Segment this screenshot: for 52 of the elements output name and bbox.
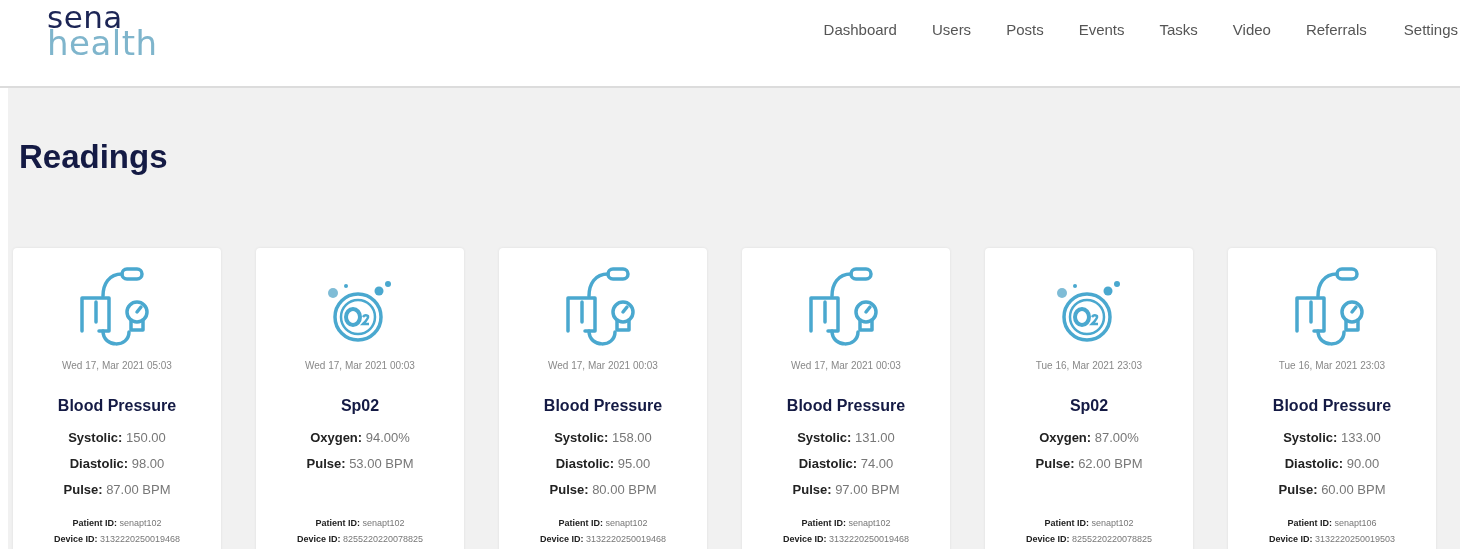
reading-value: Diastolic: 74.00: [798, 456, 894, 472]
reading-date: Wed 17, Mar 2021 00:03: [791, 360, 901, 371]
nav-link[interactable]: Posts: [971, 21, 1044, 38]
nav-link[interactable]: Users: [896, 21, 972, 38]
reading-value: Diastolic: 95.00: [555, 456, 651, 472]
reading-value: Pulse: 60.00 BPM: [1278, 482, 1386, 498]
reading-title: Blood Pressure: [786, 397, 906, 415]
reading-value: Oxygen: 87.00%: [1039, 430, 1139, 446]
patient-id: Patient ID: senapt102: [1044, 517, 1134, 530]
reading-value: Oxygen: 94.00%: [310, 430, 410, 446]
reading-value: Pulse: 80.00 BPM: [549, 482, 657, 498]
reading-value: Diastolic: 90.00: [1284, 456, 1380, 472]
patient-id: Patient ID: senapt102: [801, 517, 891, 530]
patient-id: Patient ID: senapt106: [1287, 517, 1377, 530]
patient-id: Patient ID: senapt102: [558, 517, 648, 530]
device-id: Device ID: 3132220250019468: [53, 533, 181, 546]
page-title: Readings: [19, 138, 169, 176]
device-id: Device ID: 3132220250019503: [1268, 533, 1396, 546]
reading-value: Diastolic: 98.00: [69, 456, 165, 472]
reading-title: Blood Pressure: [57, 397, 177, 415]
reading-title: Blood Pressure: [1272, 397, 1392, 415]
reading-title: Blood Pressure: [543, 397, 663, 415]
reading-date: Tue 16, Mar 2021 23:03: [1035, 360, 1143, 371]
reading-date: Tue 16, Mar 2021 23:03: [1278, 360, 1386, 371]
reading-value: Pulse: 87.00 BPM: [63, 482, 171, 498]
reading-title: Sp02: [1069, 397, 1109, 415]
nav-link[interactable]: Referrals: [1270, 21, 1367, 38]
patient-id: Patient ID: senapt102: [315, 517, 405, 530]
reading-value: Systolic: 150.00: [68, 430, 166, 446]
device-id: Device ID: 3132220250019468: [539, 533, 667, 546]
reading-date: Wed 17, Mar 2021 05:03: [62, 360, 172, 371]
device-id: Device ID: 3132220250019468: [782, 533, 910, 546]
reading-value: Systolic: 133.00: [1283, 430, 1381, 446]
patient-id: Patient ID: senapt102: [72, 517, 162, 530]
device-id: Device ID: 8255220220078825: [1025, 533, 1153, 546]
device-id: Device ID: 8255220220078825: [296, 533, 424, 546]
reading-date: Wed 17, Mar 2021 00:03: [305, 360, 415, 371]
nav-link[interactable]: Video: [1197, 21, 1271, 38]
reading-value: Pulse: 62.00 BPM: [1035, 456, 1143, 472]
reading-value: Pulse: 53.00 BPM: [306, 456, 414, 472]
reading-date: Wed 17, Mar 2021 00:03: [548, 360, 658, 371]
reading-value: Pulse: 97.00 BPM: [792, 482, 900, 498]
oxygen-bubble-icon: [326, 280, 394, 342]
oxygen-bubble-icon: [1055, 280, 1123, 342]
reading-value: Systolic: 131.00: [797, 430, 895, 446]
nav-link[interactable]: Events: [1043, 21, 1125, 38]
nav-link[interactable]: Settings: [1366, 21, 1460, 38]
nav-link[interactable]: Tasks: [1124, 21, 1198, 38]
logo: sena health: [47, 4, 158, 57]
nav-link[interactable]: Dashboard: [788, 21, 897, 38]
reading-title: Sp02: [340, 397, 380, 415]
reading-value: Systolic: 158.00: [554, 430, 652, 446]
